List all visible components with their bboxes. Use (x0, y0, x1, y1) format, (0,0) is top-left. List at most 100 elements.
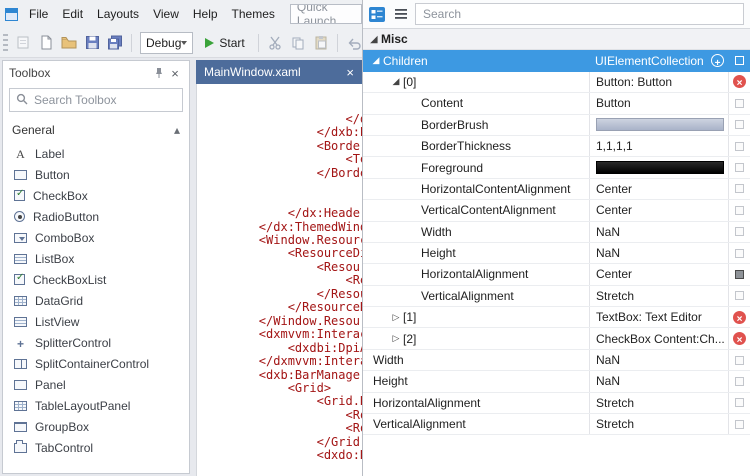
undo-icon[interactable] (344, 33, 364, 53)
property-row-height[interactable]: Height NaN (363, 371, 750, 392)
property-row-width[interactable]: Width NaN (363, 350, 750, 371)
property-category-misc[interactable]: Misc (363, 29, 750, 50)
serialize-checkbox[interactable] (735, 142, 744, 151)
open-folder-icon[interactable] (59, 33, 79, 53)
toolbox-item-datagrid[interactable]: DataGrid (3, 290, 189, 311)
toolbox-item-label[interactable]: Label (3, 143, 189, 164)
property-row-borderthickness[interactable]: BorderThickness 1,1,1,1 (363, 136, 750, 157)
pin-icon[interactable] (151, 65, 167, 81)
save-icon[interactable] (82, 33, 102, 53)
categorized-view-icon[interactable] (367, 4, 387, 24)
property-row-children[interactable]: Children UIElementCollection (363, 50, 750, 71)
serialize-checkbox[interactable] (735, 270, 744, 279)
toolbox-item-listbox[interactable]: ListBox (3, 248, 189, 269)
property-value[interactable]: NaN (596, 246, 620, 260)
property-value[interactable]: NaN (596, 353, 620, 367)
toolbox-item-radiobutton[interactable]: RadioButton (3, 206, 189, 227)
serialize-checkbox[interactable] (735, 99, 744, 108)
property-row-content[interactable]: Content Button (363, 93, 750, 114)
toolbox-item-checkbox[interactable]: CheckBox (3, 185, 189, 206)
code-editor[interactable]: </dx </dxb:Ba <Border <Tex </Border </dx… (196, 84, 362, 476)
property-value[interactable]: Center (596, 203, 632, 217)
serialize-checkbox[interactable] (735, 206, 744, 215)
toolbox-item-groupbox[interactable]: GroupBox (3, 416, 189, 437)
menu-view[interactable]: View (146, 2, 186, 26)
add-item-icon[interactable] (711, 54, 724, 67)
serialize-checkbox[interactable] (735, 184, 744, 193)
serialize-checkbox[interactable] (735, 398, 744, 407)
menu-edit[interactable]: Edit (55, 2, 90, 26)
new-file-icon[interactable] (36, 33, 56, 53)
property-row-verticalalignment-item[interactable]: VerticalAlignment Stretch (363, 286, 750, 307)
collection-options-icon[interactable] (735, 56, 744, 65)
property-value[interactable]: Center (596, 182, 632, 196)
property-row-item-0[interactable]: [0] Button: Button (363, 72, 750, 93)
paste-icon[interactable] (311, 33, 331, 53)
property-value[interactable]: Stretch (596, 396, 634, 410)
tab-mainwindow-xaml[interactable]: MainWindow.xaml (196, 60, 362, 84)
remove-item-icon[interactable] (733, 332, 746, 345)
property-row-item-1[interactable]: [1] TextBox: Text Editor (363, 307, 750, 328)
property-row-horizontalcontentalignment[interactable]: HorizontalContentAlignment Center (363, 179, 750, 200)
toolbox-item-combobox[interactable]: ComboBox (3, 227, 189, 248)
property-value[interactable]: NaN (596, 225, 620, 239)
debug-config-select[interactable]: Debug (140, 32, 193, 54)
property-value[interactable]: NaN (596, 374, 620, 388)
property-row-foreground[interactable]: Foreground (363, 157, 750, 178)
serialize-checkbox[interactable] (735, 356, 744, 365)
property-value[interactable]: Button (596, 96, 631, 110)
property-value[interactable]: Center (596, 267, 632, 281)
menu-file[interactable]: File (22, 2, 55, 26)
foreground-color-swatch[interactable] (596, 161, 724, 174)
property-row-horizontalalignment[interactable]: HorizontalAlignment Stretch (363, 393, 750, 414)
collapse-icon[interactable] (367, 34, 381, 45)
serialize-checkbox[interactable] (735, 120, 744, 129)
toolbar-grip[interactable] (3, 34, 8, 52)
serialize-checkbox[interactable] (735, 163, 744, 172)
toolbox-category-general[interactable]: General (3, 117, 189, 143)
property-row-height-item[interactable]: Height NaN (363, 243, 750, 264)
toolbox-item-checkboxlist[interactable]: CheckBoxList (3, 269, 189, 290)
menu-themes[interactable]: Themes (225, 2, 282, 26)
toolbox-item-button[interactable]: Button (3, 164, 189, 185)
serialize-checkbox[interactable] (735, 291, 744, 300)
serialize-checkbox[interactable] (735, 249, 744, 258)
property-value[interactable]: Stretch (596, 417, 634, 431)
collapse-icon[interactable] (389, 76, 403, 87)
remove-item-icon[interactable] (733, 75, 746, 88)
toolbox-header[interactable]: Toolbox (3, 61, 189, 85)
cut-icon[interactable] (265, 33, 285, 53)
property-value[interactable]: 1,1,1,1 (596, 139, 633, 153)
property-row-verticalalignment[interactable]: VerticalAlignment Stretch (363, 414, 750, 435)
start-button[interactable]: Start (198, 32, 251, 54)
toolbox-search-input[interactable]: Search Toolbox (9, 88, 183, 112)
property-value[interactable]: Stretch (596, 289, 634, 303)
toolbox-item-listview[interactable]: ListView (3, 311, 189, 332)
properties-search-input[interactable]: Search (415, 3, 744, 25)
borderbrush-color-swatch[interactable] (596, 118, 724, 131)
remove-item-icon[interactable] (733, 311, 746, 324)
serialize-checkbox[interactable] (735, 227, 744, 236)
menu-help[interactable]: Help (186, 2, 225, 26)
close-icon[interactable] (167, 65, 183, 81)
property-row-horizontalalignment-item[interactable]: HorizontalAlignment Center (363, 264, 750, 285)
property-row-borderbrush[interactable]: BorderBrush (363, 115, 750, 136)
toolbox-item-splittercontrol[interactable]: SplitterControl (3, 332, 189, 353)
close-icon[interactable] (346, 65, 354, 80)
toolbox-item-panel[interactable]: Panel (3, 374, 189, 395)
expand-icon[interactable] (389, 312, 403, 323)
new-item-icon[interactable] (13, 33, 33, 53)
copy-icon[interactable] (288, 33, 308, 53)
property-row-verticalcontentalignment[interactable]: VerticalContentAlignment Center (363, 200, 750, 221)
menu-layouts[interactable]: Layouts (90, 2, 146, 26)
quick-launch-input[interactable]: Quick Launch (290, 4, 362, 24)
collapse-icon[interactable] (369, 55, 383, 66)
toolbox-item-tablelayoutpanel[interactable]: TableLayoutPanel (3, 395, 189, 416)
toolbox-item-tabcontrol[interactable]: TabControl (3, 437, 189, 458)
serialize-checkbox[interactable] (735, 377, 744, 386)
serialize-checkbox[interactable] (735, 420, 744, 429)
alphabetical-view-icon[interactable] (391, 4, 411, 24)
property-row-width-item[interactable]: Width NaN (363, 222, 750, 243)
expand-icon[interactable] (389, 333, 403, 344)
property-row-item-2[interactable]: [2] CheckBox Content:Ch... (363, 328, 750, 349)
